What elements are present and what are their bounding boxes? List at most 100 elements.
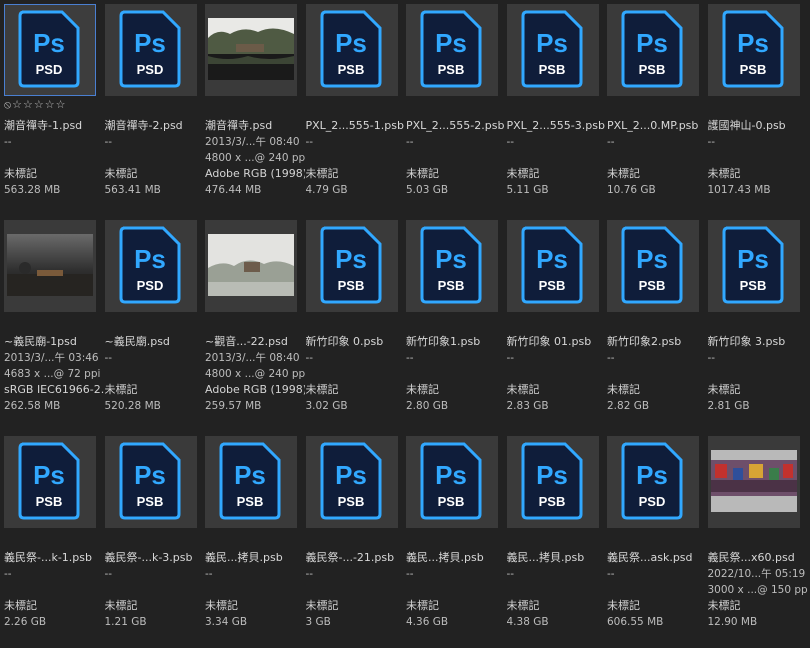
file-thumbnail-item[interactable]: Ps PSB 義民...拷貝.psb -- 未標記 3.34 GB: [201, 432, 301, 648]
thumbnail-tile[interactable]: Ps PSB: [205, 436, 297, 528]
file-date: --: [305, 352, 314, 364]
thumbnail-tile[interactable]: Ps PSD: [607, 436, 699, 528]
thumbnail-tile[interactable]: [4, 220, 96, 312]
photoshop-file-icon: Ps PSB: [219, 442, 281, 520]
svg-text:PSB: PSB: [538, 278, 565, 293]
svg-text:PSD: PSD: [136, 278, 163, 293]
svg-text:Ps: Ps: [536, 460, 568, 490]
thumbnail-tile[interactable]: Ps PSB: [4, 436, 96, 528]
svg-text:PSB: PSB: [237, 494, 264, 509]
file-label: 未標記: [406, 167, 439, 180]
photo-thumbnail: [208, 234, 294, 296]
file-date: --: [406, 568, 414, 580]
thumbnail-tile[interactable]: Ps PSB: [305, 4, 398, 96]
file-size: 259.57 MB: [205, 400, 262, 412]
file-dimensions: 4800 x ...@ 240 ppi: [205, 368, 305, 380]
thumbnail-tile[interactable]: Ps PSB: [607, 220, 699, 312]
file-size: 1017.43 MB: [707, 184, 771, 196]
file-thumbnail-item[interactable]: Ps PSD 義民祭...ask.psd -- 未標記 606.55 MB: [603, 432, 703, 648]
file-thumbnail-item[interactable]: Ps PSB 新竹印象 0.psb -- 未標記 3.02 GB: [302, 216, 402, 432]
photoshop-file-icon: Ps PSB: [521, 10, 582, 88]
thumbnail-tile[interactable]: [205, 220, 297, 312]
star-rating[interactable]: ⦸☆☆☆☆☆: [4, 98, 66, 112]
photoshop-file-icon: Ps PSB: [722, 10, 783, 88]
file-label: 未標記: [707, 383, 741, 396]
file-date: --: [305, 568, 314, 580]
file-label: 未標記: [305, 383, 339, 396]
file-thumbnail-item[interactable]: Ps PSB PXL_2...555-2.psb -- 未標記 5.03 GB: [402, 0, 504, 216]
thumbnail-tile[interactable]: Ps PSB: [406, 4, 498, 96]
file-label: 未標記: [4, 599, 37, 612]
thumbnail-tile[interactable]: Ps PSB: [305, 220, 398, 312]
file-thumbnail-item[interactable]: Ps PSB 義民祭-...k-3.psb -- 未標記 1.21 GB: [101, 432, 201, 648]
file-date: --: [707, 352, 716, 364]
file-thumbnail-item[interactable]: Ps PSB 新竹印象 01.psb -- 未標記 2.83 GB: [503, 216, 603, 432]
file-size: 2.82 GB: [607, 400, 650, 412]
thumbnail-tile[interactable]: Ps PSB: [506, 436, 599, 528]
file-date: --: [506, 352, 515, 364]
svg-text:PSB: PSB: [337, 62, 364, 77]
thumbnail-tile[interactable]: Ps PSB: [707, 4, 800, 96]
file-dimensions: 4800 x ...@ 240 ppi: [205, 152, 305, 164]
file-thumbnail-item[interactable]: Ps PSD 潮音禪寺-2.psd -- 未標記 563.41 MB: [101, 0, 201, 216]
file-thumbnail-item[interactable]: Ps PSB 新竹印象 3.psb -- 未標記 2.81 GB: [704, 216, 804, 432]
file-label: 未標記: [607, 599, 640, 612]
photoshop-file-icon: Ps PSB: [420, 226, 482, 304]
thumbnail-tile[interactable]: Ps PSB: [707, 220, 800, 312]
photo-thumbnail: [208, 18, 294, 80]
file-label: 未標記: [205, 599, 238, 612]
file-thumbnail-item[interactable]: ~觀音...-22.psd 2013/3/...午 08:40 4800 x ...…: [201, 216, 305, 432]
file-date: --: [406, 136, 414, 148]
file-size: 2.80 GB: [406, 400, 449, 412]
thumbnail-tile[interactable]: Ps PSB: [406, 220, 498, 312]
file-thumbnail-item[interactable]: ~義民廟-1psd 2013/3/...午 03:46 4683 x ...@ 72…: [0, 216, 104, 432]
file-label: 未標記: [104, 599, 138, 612]
thumbnail-tile[interactable]: Ps PSB: [607, 4, 699, 96]
file-name: PXL_2...555-3.psb: [506, 119, 605, 132]
file-name: 新竹印象 0.psb: [305, 335, 384, 348]
file-thumbnail-item[interactable]: Ps PSB 義民...拷貝.psb -- 未標記 4.36 GB: [402, 432, 502, 648]
svg-text:Ps: Ps: [134, 28, 166, 58]
svg-text:PSB: PSB: [538, 62, 565, 77]
file-name: 義民...拷貝.psb: [506, 551, 585, 564]
thumbnail-tile[interactable]: Ps PSD: [104, 220, 197, 312]
thumbnail-tile[interactable]: Ps PSB: [305, 436, 398, 528]
file-thumbnail-item[interactable]: 潮音禪寺.psd 2013/3/...午 08:40 4800 x ...@ 240…: [201, 0, 305, 216]
thumbnail-tile[interactable]: Ps PSB: [506, 220, 599, 312]
file-thumbnail-item[interactable]: Ps PSB 護國神山-0.psb -- 未標記 1017.43 MB: [704, 0, 804, 216]
file-thumbnail-item[interactable]: Ps PSB 義民...拷貝.psb -- 未標記 4.38 GB: [503, 432, 603, 648]
svg-text:PSB: PSB: [739, 278, 766, 293]
file-thumbnail-item[interactable]: Ps PSD ~義民廟.psd -- 未標記 520.28 MB: [101, 216, 201, 432]
file-label: 未標記: [4, 167, 37, 180]
file-thumbnail-item[interactable]: Ps PSB PXL_2...0.MP.psb -- 未標記 10.76 GB: [603, 0, 703, 216]
file-date: --: [4, 568, 12, 580]
thumbnail-tile[interactable]: Ps PSB: [104, 436, 197, 528]
thumbnail-tile[interactable]: [707, 436, 800, 528]
file-thumbnail-item[interactable]: Ps PSB 新竹印象2.psb -- 未標記 2.82 GB: [603, 216, 703, 432]
photoshop-file-icon: Ps PSB: [119, 442, 180, 520]
thumbnail-tile[interactable]: Ps PSB: [506, 4, 599, 96]
file-thumbnail-item[interactable]: Ps PSD ⦸☆☆☆☆☆ 潮音禪寺-1.psd -- 未標記 563.28 MB: [0, 0, 100, 216]
file-thumbnail-item[interactable]: Ps PSB PXL_2...555-3.psb -- 未標記 5.11 GB: [503, 0, 605, 216]
file-date: --: [607, 352, 615, 364]
thumbnail-tile[interactable]: Ps PSD: [4, 4, 96, 96]
thumbnail-tile[interactable]: Ps PSB: [406, 436, 498, 528]
file-thumbnail-item[interactable]: Ps PSB 義民祭-...k-1.psb -- 未標記 2.26 GB: [0, 432, 100, 648]
svg-text:PSB: PSB: [136, 494, 163, 509]
photo-thumbnail: [7, 234, 93, 296]
svg-text:Ps: Ps: [435, 460, 467, 490]
file-thumbnail-item[interactable]: Ps PSB 義民祭-...-21.psb -- 未標記 3 GB: [302, 432, 402, 648]
file-label: 未標記: [104, 167, 138, 180]
file-date: --: [506, 136, 515, 148]
thumbnail-tile[interactable]: [205, 4, 297, 96]
file-size: 1.21 GB: [104, 616, 147, 628]
file-label: 未標記: [607, 383, 640, 396]
file-size: 262.58 MB: [4, 400, 61, 412]
photoshop-file-icon: Ps PSB: [621, 10, 683, 88]
file-size: 3.02 GB: [305, 400, 348, 412]
file-thumbnail-item[interactable]: Ps PSB 新竹印象1.psb -- 未標記 2.80 GB: [402, 216, 502, 432]
file-thumbnail-item[interactable]: Ps PSB PXL_2...555-1.psb -- 未標記 4.79 GB: [302, 0, 404, 216]
thumbnail-tile[interactable]: Ps PSD: [104, 4, 197, 96]
file-name: 潮音禪寺.psd: [205, 119, 273, 132]
file-thumbnail-item[interactable]: 義民祭...x60.psd 2022/10...午 05:19 3000 x ...…: [704, 432, 808, 648]
